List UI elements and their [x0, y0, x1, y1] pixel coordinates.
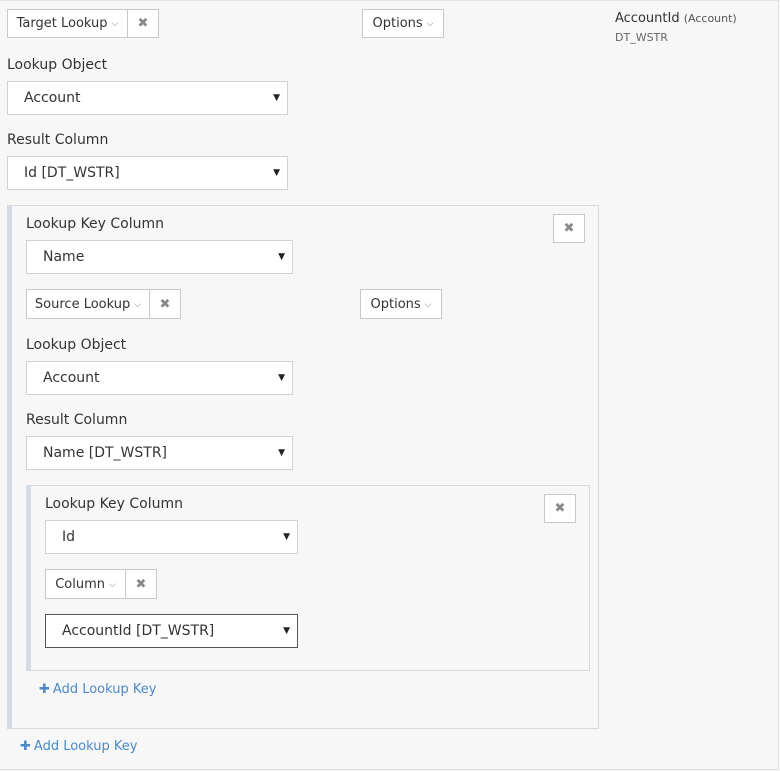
caret-down-icon: ▼ [283, 626, 290, 636]
close-icon: ✖ [135, 576, 147, 592]
source-lookup-dropdown[interactable]: Source Lookup ⌵ [26, 289, 150, 319]
lookup-object-label: Lookup Object [26, 337, 127, 353]
lookup-key-column-value: Name [43, 249, 85, 265]
add-lookup-key-label: Add Lookup Key [52, 682, 157, 697]
lookup-key-column-select[interactable]: Id ▼ [45, 520, 298, 554]
remove-target-lookup-button[interactable]: ✖ [127, 9, 159, 38]
plus-icon: ✚ [20, 739, 31, 754]
remove-nested-lookup-key-button[interactable]: ✖ [544, 494, 576, 523]
mapped-field-object: (Account) [683, 12, 737, 25]
options-label: Options [370, 296, 421, 312]
plus-icon: ✚ [39, 682, 50, 697]
mapped-field-type: DT_WSTR [615, 31, 668, 44]
close-icon: ✖ [563, 221, 575, 236]
lookup-key-column-label: Lookup Key Column [26, 216, 165, 232]
source-lookup-label: Source Lookup [34, 296, 131, 312]
lookup-object-value: Account [24, 90, 81, 106]
options-dropdown[interactable]: Options ⌵ [360, 289, 442, 319]
column-dropdown[interactable]: Column ⌵ [45, 569, 126, 599]
result-column-select[interactable]: Id [DT_WSTR] ▼ [7, 156, 288, 190]
lookup-object-select[interactable]: Account ▼ [7, 81, 288, 115]
add-lookup-key-link[interactable]: ✚ Add Lookup Key [20, 739, 137, 754]
caret-down-icon: ▼ [278, 252, 285, 262]
lookup-object-label: Lookup Object [7, 57, 108, 73]
close-icon: ✖ [137, 16, 149, 31]
column-value: AccountId [DT_WSTR] [62, 623, 215, 639]
target-lookup-label: Target Lookup [16, 16, 108, 31]
mapped-field-name: AccountId [615, 11, 680, 26]
chevron-down-icon: ⌵ [111, 19, 119, 29]
caret-down-icon: ▼ [273, 93, 280, 103]
result-column-label: Result Column [26, 412, 128, 428]
options-dropdown[interactable]: Options ⌵ [362, 9, 444, 38]
lookup-key-column-select[interactable]: Name ▼ [26, 240, 293, 274]
mapped-field-title: AccountId (Account) [615, 11, 737, 26]
column-select[interactable]: AccountId [DT_WSTR] ▼ [45, 614, 298, 648]
chevron-down-icon: ⌵ [134, 299, 142, 310]
remove-lookup-key-button[interactable]: ✖ [553, 214, 585, 243]
options-label: Options [372, 16, 423, 31]
lookup-key-column-value: Id [62, 529, 76, 545]
target-lookup-dropdown[interactable]: Target Lookup ⌵ [7, 9, 128, 38]
column-label: Column [55, 576, 105, 592]
chevron-down-icon: ⌵ [426, 19, 434, 29]
lookup-object-value: Account [43, 370, 100, 386]
remove-column-button[interactable]: ✖ [125, 569, 157, 599]
caret-down-icon: ▼ [278, 448, 285, 458]
lookup-key-column-label: Lookup Key Column [45, 496, 184, 512]
result-column-value: Name [DT_WSTR] [43, 445, 168, 461]
chevron-down-icon: ⌵ [108, 579, 116, 590]
close-icon: ✖ [159, 296, 171, 312]
lookup-object-select[interactable]: Account ▼ [26, 361, 293, 395]
chevron-down-icon: ⌵ [424, 299, 432, 310]
result-column-label: Result Column [7, 132, 109, 148]
caret-down-icon: ▼ [273, 168, 280, 178]
remove-source-lookup-button[interactable]: ✖ [149, 289, 181, 319]
caret-down-icon: ▼ [283, 532, 290, 542]
result-column-value: Id [DT_WSTR] [24, 165, 120, 181]
close-icon: ✖ [554, 501, 566, 516]
result-column-select[interactable]: Name [DT_WSTR] ▼ [26, 436, 293, 470]
add-lookup-key-link[interactable]: ✚ Add Lookup Key [39, 682, 156, 697]
add-lookup-key-label: Add Lookup Key [33, 739, 138, 754]
caret-down-icon: ▼ [278, 373, 285, 383]
